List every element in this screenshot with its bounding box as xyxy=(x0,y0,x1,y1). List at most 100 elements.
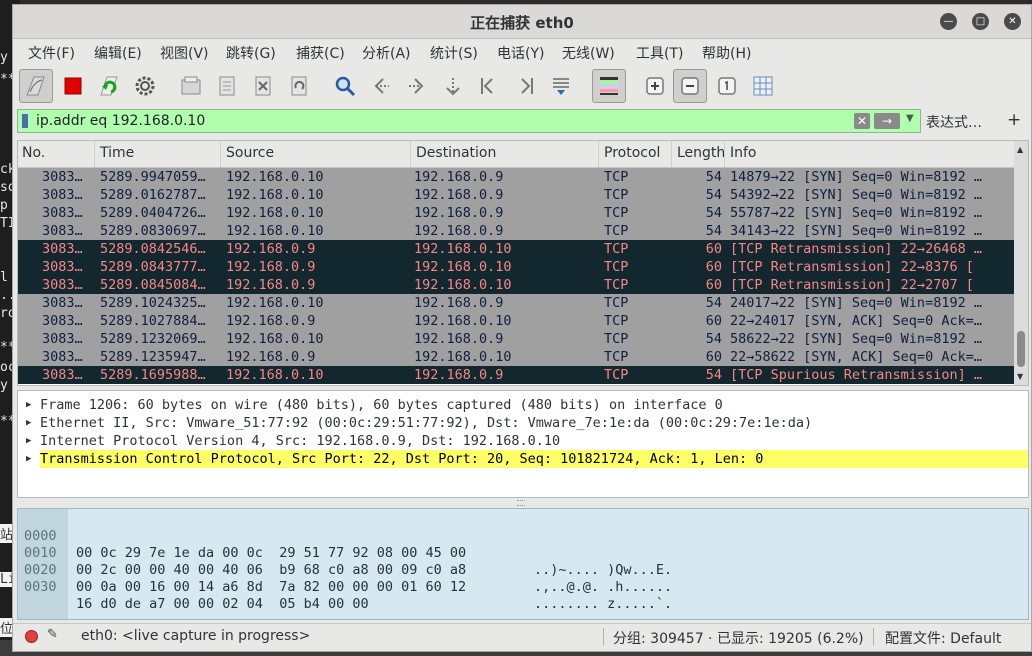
column-divider[interactable] xyxy=(220,141,221,167)
bookmark-icon[interactable] xyxy=(22,114,28,128)
column-divider[interactable] xyxy=(598,141,599,167)
bytes-ascii[interactable]: ........ z.....`. xyxy=(534,596,672,613)
go-forward-icon[interactable] xyxy=(401,70,433,102)
capture-status-icon[interactable] xyxy=(25,630,38,643)
bytes-hex[interactable]: 00 0a 00 16 00 14 a6 8d 7a 82 00 00 00 0… xyxy=(76,579,466,596)
bytes-hex[interactable]: 00 2c 00 00 40 00 40 06 b9 68 c0 a8 00 0… xyxy=(76,562,466,579)
menu-view[interactable]: 视图(V) xyxy=(160,43,209,63)
stop-capture-icon[interactable] xyxy=(57,70,89,102)
column-header-time[interactable]: Time xyxy=(100,145,134,161)
packet-row[interactable]: 3083… 5289.1695988… 192.168.0.10 192.168.0.… xyxy=(18,366,1014,384)
detail-row-ethernet[interactable]: ▶ Ethernet II, Src: Vmware_51:77:92 (00:… xyxy=(18,414,1028,432)
scroll-down-icon[interactable]: ▼ xyxy=(1017,372,1023,381)
filter-history-dropdown-icon[interactable]: ▼ xyxy=(906,113,914,124)
capture-options-icon[interactable] xyxy=(129,70,161,102)
packet-row[interactable]: 3083… 5289.9947059… 192.168.0.10 192.168.0.… xyxy=(18,168,1014,186)
pane-splitter[interactable] xyxy=(17,498,1029,506)
start-capture-icon[interactable] xyxy=(19,69,53,103)
bytes-ascii[interactable]: .,..@.@. .h...... xyxy=(534,579,672,596)
auto-scroll-icon[interactable] xyxy=(545,70,577,102)
save-file-icon[interactable] xyxy=(211,70,243,102)
bytes-ascii[interactable]: ........ .... xyxy=(534,613,640,619)
expand-arrow-icon[interactable]: ▶ xyxy=(26,414,31,432)
clear-filter-button[interactable]: ✕ xyxy=(854,113,870,129)
menu-tools[interactable]: 工具(T) xyxy=(636,43,683,63)
go-last-icon[interactable] xyxy=(509,70,541,102)
minimize-button[interactable]: — xyxy=(940,13,957,30)
scroll-up-icon[interactable]: ▲ xyxy=(1017,145,1023,154)
packet-row[interactable]: 3083… 5289.0842546… 192.168.0.9 192.168.0.1… xyxy=(18,240,1014,258)
expand-arrow-icon[interactable]: ▶ xyxy=(26,432,31,450)
menu-capture[interactable]: 捕获(C) xyxy=(296,43,345,63)
column-header-destination[interactable]: Destination xyxy=(416,145,496,161)
restart-capture-icon[interactable] xyxy=(93,70,125,102)
normal-size-icon[interactable] xyxy=(711,70,743,102)
go-first-icon[interactable] xyxy=(473,70,505,102)
title-bar[interactable]: 正在捕获 eth0 — □ ✕ xyxy=(13,5,1031,39)
column-header-info[interactable]: Info xyxy=(730,145,757,161)
resize-columns-icon[interactable] xyxy=(747,70,779,102)
packet-list-scrollbar[interactable]: ▲ ▼ xyxy=(1014,141,1028,385)
column-divider[interactable] xyxy=(724,141,725,167)
packet-row[interactable]: 3083… 5289.1232069… 192.168.0.10 192.168.0.… xyxy=(18,330,1014,348)
close-button[interactable]: ✕ xyxy=(1004,13,1021,30)
status-profile[interactable]: 配置文件: Default xyxy=(885,628,1001,648)
packet-cell-src: 192.168.0.10 xyxy=(226,169,324,185)
reload-file-icon[interactable] xyxy=(283,70,315,102)
packet-row[interactable]: 3083… 5289.1235947… 192.168.0.9 192.168.0.1… xyxy=(18,348,1014,366)
column-header-no[interactable]: No. xyxy=(22,145,45,161)
packet-cell-no: 3083… xyxy=(42,187,83,203)
packet-row[interactable]: 3083… 5289.1027884… 192.168.0.9 192.168.0.1… xyxy=(18,312,1014,330)
bytes-row: 0000 00 0c 29 7e 1e da 00 0c 29 51 77 92… xyxy=(18,511,672,578)
menu-telephony[interactable]: 电话(Y) xyxy=(497,43,544,63)
packet-row[interactable]: 3083… 5289.0830697… 192.168.0.10 192.168.0.… xyxy=(18,222,1014,240)
find-packet-icon[interactable] xyxy=(329,70,361,102)
colorize-icon[interactable] xyxy=(592,69,626,103)
go-back-icon[interactable] xyxy=(365,70,397,102)
detail-text: Transmission Control Protocol, Src Port:… xyxy=(40,451,764,467)
column-header-source[interactable]: Source xyxy=(226,145,274,161)
menu-help[interactable]: 帮助(H) xyxy=(702,43,751,63)
bytes-hex[interactable]: 00 0c 29 7e 1e da 00 0c 29 51 77 92 08 0… xyxy=(76,545,466,562)
apply-filter-button[interactable]: → xyxy=(874,113,900,129)
packet-row[interactable]: 3083… 5289.0162787… 192.168.0.10 192.168.0.… xyxy=(18,186,1014,204)
menu-analyze[interactable]: 分析(A) xyxy=(362,43,411,63)
go-to-packet-icon[interactable] xyxy=(437,70,469,102)
expand-arrow-icon[interactable]: ▶ xyxy=(26,450,31,468)
packet-row[interactable]: 3083… 5289.0843777… 192.168.0.9 192.168.0.1… xyxy=(18,258,1014,276)
menu-edit[interactable]: 编辑(E) xyxy=(94,43,142,63)
close-file-icon[interactable] xyxy=(247,70,279,102)
packet-details-pane[interactable]: ▶ Frame 1206: 60 bytes on wire (480 bits… xyxy=(17,390,1029,498)
open-file-icon[interactable] xyxy=(175,70,207,102)
column-header-length[interactable]: Length xyxy=(677,145,725,161)
capture-comment-icon[interactable]: ✎ xyxy=(47,627,58,642)
bytes-hex[interactable]: 16 d0 de a7 00 00 02 04 05 b4 00 00 xyxy=(76,596,369,613)
packet-row[interactable]: 3083… 5289.0845084… 192.168.0.9 192.168.0.1… xyxy=(18,276,1014,294)
expression-button[interactable]: 表达式… xyxy=(926,112,982,132)
packet-row[interactable]: 3083… 5289.1024325… 192.168.0.10 192.168.0.… xyxy=(18,294,1014,312)
packet-cell-len: 60 xyxy=(705,349,722,365)
packet-bytes-pane[interactable]: 0000 00 0c 29 7e 1e da 00 0c 29 51 77 92… xyxy=(17,508,1029,620)
column-divider[interactable] xyxy=(94,141,95,167)
zoom-in-icon[interactable] xyxy=(639,70,671,102)
zoom-out-icon[interactable] xyxy=(673,69,707,103)
column-header-protocol[interactable]: Protocol xyxy=(604,145,660,161)
column-divider[interactable] xyxy=(410,141,411,167)
menu-go[interactable]: 跳转(G) xyxy=(226,43,276,63)
menu-wireless[interactable]: 无线(W) xyxy=(562,43,615,63)
bytes-ascii[interactable]: ..)~.... )Qw...E. xyxy=(534,562,672,579)
detail-row-frame[interactable]: ▶ Frame 1206: 60 bytes on wire (480 bits… xyxy=(18,396,1028,414)
display-filter-input[interactable]: ip.addr eq 192.168.0.10 ✕ → ▼ xyxy=(17,109,921,133)
add-filter-button[interactable]: + xyxy=(1007,110,1021,130)
menu-statistics[interactable]: 统计(S) xyxy=(430,43,478,63)
column-divider[interactable] xyxy=(671,141,672,167)
expand-arrow-icon[interactable]: ▶ xyxy=(26,396,31,414)
packet-row[interactable]: 3083… 5289.0404726… 192.168.0.10 192.168.0.… xyxy=(18,204,1014,222)
detail-row-ipv4[interactable]: ▶ Internet Protocol Version 4, Src: 192.… xyxy=(18,432,1028,450)
packet-list-pane[interactable]: No. Time Source Destination Protocol Len… xyxy=(17,140,1029,386)
menu-file[interactable]: 文件(F) xyxy=(28,43,75,63)
splitter-grip-icon[interactable] xyxy=(517,500,525,506)
maximize-button[interactable]: □ xyxy=(972,13,989,30)
scrollbar-thumb[interactable] xyxy=(1017,331,1025,367)
detail-row-tcp[interactable]: ▶ Transmission Control Protocol, Src Por… xyxy=(18,450,1028,468)
